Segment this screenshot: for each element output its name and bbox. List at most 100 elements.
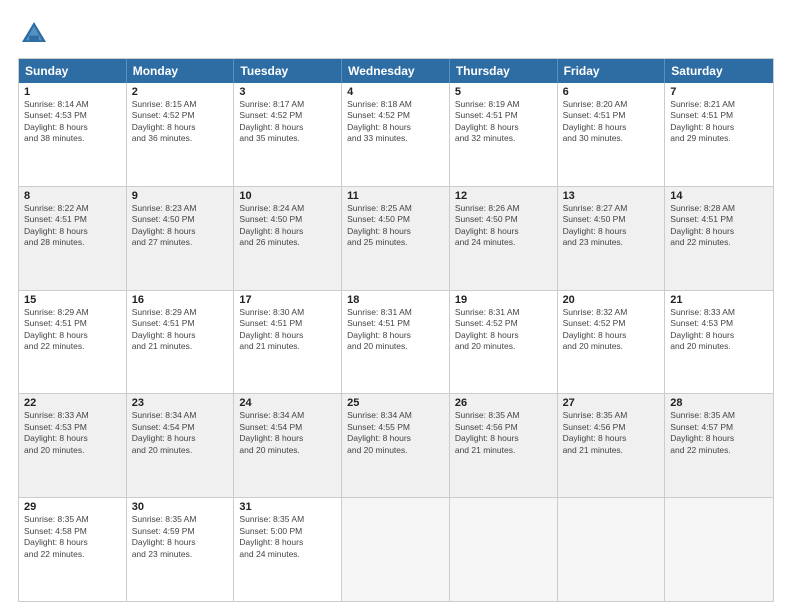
calendar-cell-26: 26Sunrise: 8:35 AMSunset: 4:56 PMDayligh…: [450, 394, 558, 497]
calendar-row-3: 15 Sunrise: 8:29 AM Sunset: 4:51 PM Dayligh…: [19, 290, 773, 394]
day-number: 6: [563, 86, 660, 98]
cell-line: and 20 minutes.: [670, 341, 768, 352]
day-number: 12: [455, 190, 552, 202]
cell-line: Daylight: 8 hours: [24, 433, 121, 444]
cell-line: Daylight: 8 hours: [239, 433, 336, 444]
calendar-cell-21: 21Sunrise: 8:33 AMSunset: 4:53 PMDayligh…: [665, 291, 773, 394]
cell-line: Daylight: 8 hours: [347, 330, 444, 341]
cell-line: Daylight: 8 hours: [24, 226, 121, 237]
calendar-cell-2: 2Sunrise: 8:15 AMSunset: 4:52 PMDaylight…: [127, 83, 235, 186]
day-number: 11: [347, 190, 444, 202]
cell-line: Sunrise: 8:34 AM: [132, 410, 229, 421]
header-cell-saturday: Saturday: [665, 59, 773, 83]
calendar-row-1: 1Sunrise: 8:14 AMSunset: 4:53 PMDaylight…: [19, 83, 773, 186]
cell-line: and 20 minutes.: [347, 445, 444, 456]
calendar-cell-17: 17Sunrise: 8:30 AMSunset: 4:51 PMDayligh…: [234, 291, 342, 394]
cell-line: Sunset: 4:52 PM: [132, 110, 229, 121]
cell-line: and 27 minutes.: [132, 237, 229, 248]
day-number: 30: [132, 501, 229, 513]
cell-line: Daylight: 8 hours: [132, 433, 229, 444]
cell-line: and 28 minutes.: [24, 237, 121, 248]
cell-line: Daylight: 8 hours: [563, 433, 660, 444]
day-number: 22: [24, 397, 121, 409]
cell-line: Sunset: 4:53 PM: [24, 110, 121, 121]
cell-line: Sunrise: 8:35 AM: [24, 514, 121, 525]
calendar-cell-19: 19Sunrise: 8:31 AMSunset: 4:52 PMDayligh…: [450, 291, 558, 394]
cell-line: Daylight: 8 hours: [132, 226, 229, 237]
cell-line: Daylight: 8 hours: [132, 122, 229, 133]
calendar-cell-15: 15Sunrise: 8:29 AMSunset: 4:51 PMDayligh…: [19, 291, 127, 394]
cell-line: Sunset: 4:57 PM: [670, 422, 768, 433]
cell-line: Daylight: 8 hours: [24, 537, 121, 548]
cell-line: Sunrise: 8:33 AM: [24, 410, 121, 421]
cell-line: and 22 minutes.: [24, 549, 121, 560]
cell-line: and 20 minutes.: [239, 445, 336, 456]
calendar-cell-empty: [450, 498, 558, 601]
cell-line: Sunset: 4:51 PM: [563, 110, 660, 121]
calendar-cell-14: 14Sunrise: 8:28 AMSunset: 4:51 PMDayligh…: [665, 187, 773, 290]
cell-line: and 36 minutes.: [132, 133, 229, 144]
cell-line: and 35 minutes.: [239, 133, 336, 144]
calendar-cell-18: 18Sunrise: 8:31 AMSunset: 4:51 PMDayligh…: [342, 291, 450, 394]
cell-line: and 32 minutes.: [455, 133, 552, 144]
cell-line: Sunset: 4:50 PM: [455, 214, 552, 225]
calendar-row-5: 29Sunrise: 8:35 AMSunset: 4:58 PMDayligh…: [19, 497, 773, 601]
day-number: 3: [239, 86, 336, 98]
day-number: 26: [455, 397, 552, 409]
cell-line: and 20 minutes.: [347, 341, 444, 352]
cell-line: and 22 minutes.: [670, 237, 768, 248]
cell-line: and 21 minutes.: [455, 445, 552, 456]
cell-line: Sunset: 4:50 PM: [347, 214, 444, 225]
cell-line: Sunset: 4:51 PM: [670, 110, 768, 121]
cell-line: and 38 minutes.: [24, 133, 121, 144]
cell-line: Sunrise: 8:31 AM: [347, 307, 444, 318]
cell-line: Sunrise: 8:35 AM: [670, 410, 768, 421]
day-number: 4: [347, 86, 444, 98]
cell-line: Sunrise: 8:34 AM: [239, 410, 336, 421]
day-number: 31: [239, 501, 336, 513]
cell-line: Sunrise: 8:29 AM: [132, 307, 229, 318]
cell-line: and 22 minutes.: [24, 341, 121, 352]
cell-line: Sunset: 4:50 PM: [239, 214, 336, 225]
day-number: 2: [132, 86, 229, 98]
cell-line: Daylight: 8 hours: [455, 433, 552, 444]
day-number: 15: [24, 294, 121, 306]
day-number: 9: [132, 190, 229, 202]
cell-line: Sunrise: 8:27 AM: [563, 203, 660, 214]
cell-line: Daylight: 8 hours: [347, 433, 444, 444]
calendar-body: 1Sunrise: 8:14 AMSunset: 4:53 PMDaylight…: [19, 83, 773, 601]
cell-line: Daylight: 8 hours: [563, 122, 660, 133]
calendar-cell-25: 25Sunrise: 8:34 AMSunset: 4:55 PMDayligh…: [342, 394, 450, 497]
cell-line: Sunset: 4:58 PM: [24, 526, 121, 537]
cell-line: and 20 minutes.: [563, 341, 660, 352]
cell-line: Sunset: 4:54 PM: [239, 422, 336, 433]
calendar-cell-20: 20Sunrise: 8:32 AMSunset: 4:52 PMDayligh…: [558, 291, 666, 394]
cell-line: Sunset: 4:52 PM: [239, 110, 336, 121]
calendar-cell-23: 23Sunrise: 8:34 AMSunset: 4:54 PMDayligh…: [127, 394, 235, 497]
cell-line: Sunrise: 8:21 AM: [670, 99, 768, 110]
cell-line: Sunrise: 8:35 AM: [455, 410, 552, 421]
calendar-cell-8: 8Sunrise: 8:22 AMSunset: 4:51 PMDaylight…: [19, 187, 127, 290]
cell-line: Daylight: 8 hours: [455, 226, 552, 237]
cell-line: Sunrise: 8:35 AM: [563, 410, 660, 421]
cell-line: Daylight: 8 hours: [455, 122, 552, 133]
calendar-cell-31: 31Sunrise: 8:35 AMSunset: 5:00 PMDayligh…: [234, 498, 342, 601]
calendar: SundayMondayTuesdayWednesdayThursdayFrid…: [18, 58, 774, 602]
cell-line: Sunrise: 8:20 AM: [563, 99, 660, 110]
cell-line: and 21 minutes.: [563, 445, 660, 456]
cell-line: Sunrise: 8:25 AM: [347, 203, 444, 214]
cell-line: Sunrise: 8:19 AM: [455, 99, 552, 110]
header: [18, 18, 774, 50]
calendar-cell-28: 28Sunrise: 8:35 AMSunset: 4:57 PMDayligh…: [665, 394, 773, 497]
cell-line: and 23 minutes.: [132, 549, 229, 560]
cell-line: and 30 minutes.: [563, 133, 660, 144]
calendar-cell-11: 11Sunrise: 8:25 AMSunset: 4:50 PMDayligh…: [342, 187, 450, 290]
calendar-cell-22: 22Sunrise: 8:33 AMSunset: 4:53 PMDayligh…: [19, 394, 127, 497]
cell-line: Sunset: 4:51 PM: [24, 318, 121, 329]
cell-line: Sunset: 4:50 PM: [132, 214, 229, 225]
calendar-cell-13: 13Sunrise: 8:27 AMSunset: 4:50 PMDayligh…: [558, 187, 666, 290]
header-cell-tuesday: Tuesday: [234, 59, 342, 83]
cell-line: Sunset: 4:52 PM: [455, 318, 552, 329]
cell-line: and 24 minutes.: [239, 549, 336, 560]
calendar-cell-3: 3Sunrise: 8:17 AMSunset: 4:52 PMDaylight…: [234, 83, 342, 186]
